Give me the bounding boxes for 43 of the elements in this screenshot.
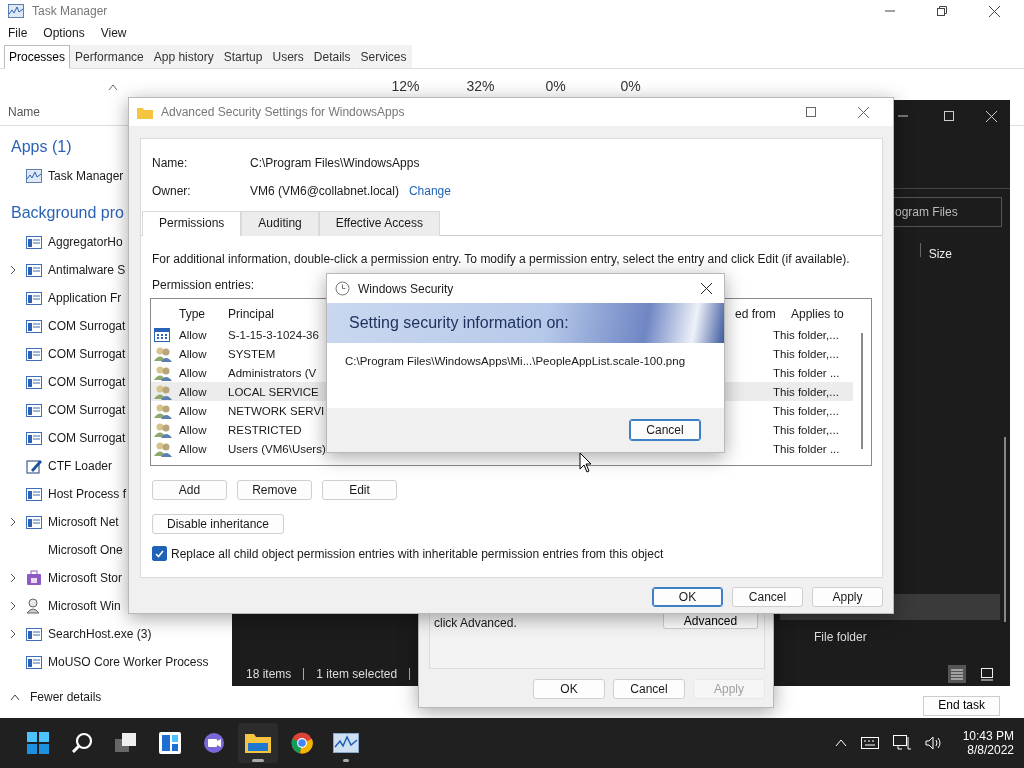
usage-percent: 0%	[544, 77, 567, 94]
principal-cell-text: Administrators (V	[227, 366, 317, 379]
file-path: C:\Program Files\WindowsApps\Mi...\PeopleAppList.scale-100.png	[345, 355, 686, 367]
banner-heading: Setting security information on:	[349, 314, 569, 332]
applies-to-cell-text: This folder,...	[772, 328, 839, 341]
type-cell-text: Allow	[178, 328, 207, 341]
applies-to-cell-text: This folder,...	[772, 385, 839, 398]
principal-cell-text: NETWORK SERVI	[227, 404, 325, 417]
principal-cell-text: S-1-15-3-1024-36	[227, 328, 319, 341]
applies-to-cell-text: This folder ...	[772, 442, 840, 455]
window-title: Task Manager	[32, 4, 109, 18]
usage-percent: 32%	[465, 77, 496, 94]
list-label: Permission entries:	[152, 278, 255, 292]
info-text: For additional information, double-click a permission entry. To modify a permission entry, select the entry and click Edit (if available).	[152, 252, 850, 266]
group-heading: Apps (1)	[10, 137, 73, 158]
principal-cell-text: Users (VM6\Users)	[227, 442, 326, 455]
file-type: File folder	[814, 630, 867, 644]
principal-cell-text: SYSTEM	[227, 347, 276, 360]
type-cell-text: Allow	[178, 404, 207, 417]
applies-to-cell-text: This folder ...	[772, 366, 840, 379]
field-value: C:\Program Files\WindowsApps	[250, 156, 420, 170]
status-text: 18 items	[246, 667, 292, 681]
type-cell-text: Allow	[178, 423, 207, 436]
usage-percent: 12%	[390, 77, 421, 94]
field-label: Name:	[152, 156, 189, 170]
applies-to-cell-text: This folder,...	[772, 404, 839, 417]
principal-cell-text: RESTRICTED	[227, 423, 302, 436]
status-text: 1 item selected	[316, 667, 398, 681]
window-title: Windows Security	[358, 281, 455, 296]
hint-text: click Advanced.	[434, 616, 517, 630]
principal-cell-text: LOCAL SERVICE	[227, 385, 319, 398]
field-label: Owner:	[152, 184, 192, 198]
usage-percent: 0%	[619, 77, 642, 94]
applies-to-cell-text: This folder,...	[772, 423, 839, 436]
type-cell-text: Allow	[178, 347, 207, 360]
type-cell-text: Allow	[178, 442, 207, 455]
type-cell-text: Allow	[178, 366, 207, 379]
group-heading: Background pro	[10, 203, 125, 224]
type-cell-text: Allow	[178, 385, 207, 398]
window-title: Advanced Security Settings for WindowsApps	[161, 105, 406, 119]
field-value: VM6 (VM6@collabnet.local)	[250, 184, 399, 198]
checkbox-label: Replace all child object permission entries with inheritable permission entries from this object	[171, 546, 664, 561]
applies-to-cell-text: This folder,...	[772, 347, 839, 360]
